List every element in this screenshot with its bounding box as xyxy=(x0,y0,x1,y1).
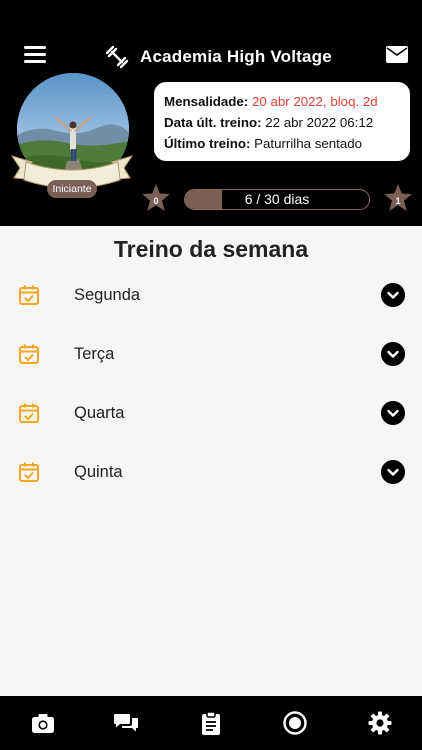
last-workout-date-row: Data últ. treino: 22 abr 2022 06:12 xyxy=(164,112,410,133)
last-workout-date-label: Data últ. treino: xyxy=(164,115,262,130)
day-label: Terça xyxy=(74,345,115,363)
app-title: Academia High Voltage xyxy=(140,47,332,66)
day-label: Segunda xyxy=(74,286,141,304)
current-level: 0 xyxy=(153,196,159,206)
progress-text: 6 / 30 dias xyxy=(244,191,310,207)
day-row-terca[interactable]: Terça xyxy=(0,335,422,375)
chevron-down-icon[interactable] xyxy=(381,283,405,307)
section-title: Treino da semana xyxy=(113,236,309,262)
mail-icon[interactable] xyxy=(386,46,408,63)
last-workout-value: Paturrilha sentado xyxy=(254,136,363,151)
mensalidade-row: Mensalidade: 20 abr 2022, bloq. 2d xyxy=(164,91,410,112)
last-workout-label: Último treino: xyxy=(164,136,251,151)
dumbbell-icon xyxy=(105,45,129,69)
settings-icon[interactable] xyxy=(367,710,393,736)
mensalidade-value: 20 abr 2022, bloq. 2d xyxy=(251,94,378,109)
calendar-check-icon xyxy=(19,344,39,364)
camera-icon[interactable] xyxy=(30,710,56,736)
chat-icon[interactable] xyxy=(113,710,139,736)
mensalidade-label: Mensalidade: xyxy=(164,94,249,109)
calendar-check-icon xyxy=(19,462,39,482)
last-workout-date-value: 22 abr 2022 06:12 xyxy=(265,115,374,130)
last-workout-row: Último treino: Paturrilha sentado xyxy=(164,133,410,154)
chevron-down-icon[interactable] xyxy=(381,342,405,366)
clipboard-icon[interactable] xyxy=(198,710,224,736)
menu-icon[interactable] xyxy=(24,46,46,64)
chevron-down-icon[interactable] xyxy=(381,401,405,425)
app-title-bar: Academia High Voltage xyxy=(104,44,332,70)
rank-badge: Iniciante xyxy=(47,180,97,198)
calendar-check-icon xyxy=(19,285,39,305)
progress-bar: 6 / 30 dias xyxy=(184,189,370,210)
bottom-nav xyxy=(0,696,422,750)
day-row-quinta[interactable]: Quinta xyxy=(0,453,422,493)
chevron-down-icon[interactable] xyxy=(381,460,405,484)
calendar-check-icon xyxy=(19,403,39,423)
info-card: Mensalidade: 20 abr 2022, bloq. 2d Data … xyxy=(154,82,410,161)
day-label: Quinta xyxy=(74,463,123,481)
day-row-segunda[interactable]: Segunda xyxy=(0,276,422,316)
day-label: Quarta xyxy=(74,404,125,422)
app-header: Academia High Voltage Iniciante Mensalid… xyxy=(0,0,422,226)
record-icon[interactable] xyxy=(282,710,308,736)
next-level: 1 xyxy=(395,196,401,206)
day-row-quarta[interactable]: Quarta xyxy=(0,394,422,434)
